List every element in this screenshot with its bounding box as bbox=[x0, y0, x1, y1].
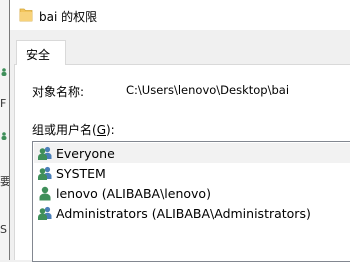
group-label-accelerator: G bbox=[96, 123, 106, 137]
background-window-text: S bbox=[0, 223, 7, 236]
group-or-user-names-label: 组或用户名(G): bbox=[32, 121, 115, 138]
object-name-label: 对象名称: bbox=[32, 85, 85, 99]
security-panel: 对象名称: C:\Users\lenovo\Desktop\bai 组或用户名(… bbox=[14, 64, 350, 262]
title-bar[interactable]: bai 的权限 bbox=[10, 0, 350, 30]
list-item-everyone[interactable]: Everyone bbox=[34, 143, 350, 163]
principal-name: Everyone bbox=[56, 145, 115, 161]
user-icon bbox=[1, 68, 7, 76]
users-group-icon bbox=[38, 206, 52, 220]
properties-dialog: bai 的权限 安全 对象名称: C:\Users\lenovo\Desktop… bbox=[9, 0, 350, 262]
list-item-administrators[interactable]: Administrators (ALIBABA\Administrators) bbox=[34, 203, 350, 223]
user-icon bbox=[1, 132, 7, 140]
tab-security-label: 安全 bbox=[26, 48, 51, 62]
principal-name: Administrators (ALIBABA\Administrators) bbox=[56, 205, 311, 221]
user-icon bbox=[39, 186, 51, 201]
folder-icon bbox=[19, 8, 33, 22]
object-name-value: C:\Users\lenovo\Desktop\bai bbox=[126, 83, 290, 97]
background-window-text: F bbox=[0, 97, 7, 110]
users-group-icon bbox=[38, 166, 52, 180]
window-title: bai 的权限 bbox=[39, 10, 98, 24]
group-label-prefix: 组或用户名( bbox=[32, 123, 97, 137]
list-item-system[interactable]: SYSTEM bbox=[34, 163, 350, 183]
principal-name: SYSTEM bbox=[56, 165, 106, 181]
principal-name: lenovo (ALIBABA\lenovo) bbox=[56, 185, 211, 201]
group-label-suffix: ): bbox=[106, 123, 115, 137]
principals-list[interactable]: Everyone SYSTEM lenovo (ALIBABA\lenovo) bbox=[32, 141, 350, 262]
users-group-icon bbox=[38, 146, 52, 160]
tab-security[interactable]: 安全 bbox=[16, 40, 66, 65]
list-item-lenovo[interactable]: lenovo (ALIBABA\lenovo) bbox=[34, 183, 350, 203]
